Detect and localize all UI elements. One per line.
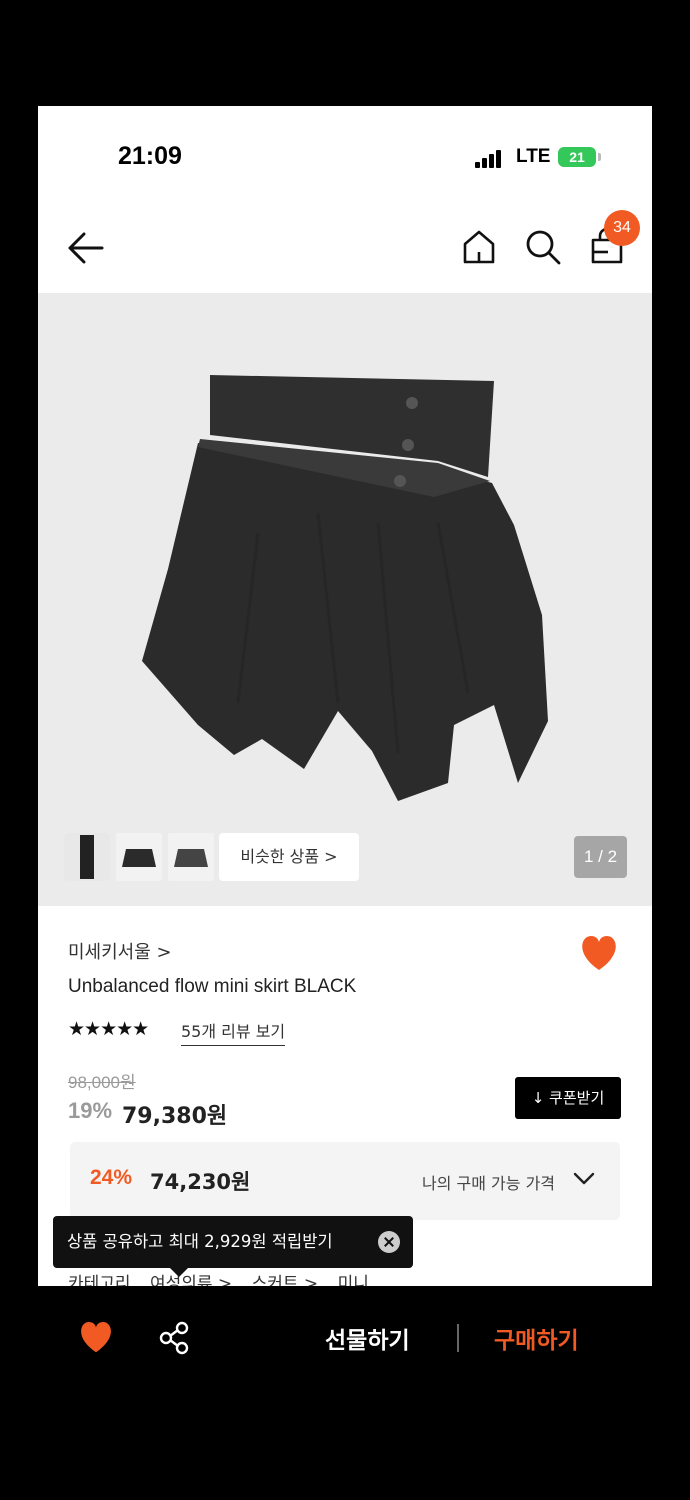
- back-icon[interactable]: [66, 230, 106, 266]
- product-gallery[interactable]: 비슷한 상품 > 1 / 2: [38, 293, 652, 906]
- tooltip-text: 상품 공유하고 최대 2,929원 적립받기: [67, 1232, 333, 1251]
- top-nav: [38, 206, 652, 293]
- cart-count-badge: 34: [604, 210, 640, 246]
- battery-tip: [598, 153, 601, 161]
- sale-price: 79,380원: [122, 1104, 228, 1129]
- bottom-action-bar: 선물하기 구매하기: [0, 1286, 690, 1396]
- network-type: LTE: [516, 146, 551, 167]
- button-divider: [457, 1324, 459, 1352]
- my-price-dropdown[interactable]: 24% 74,230원 나의 구매 가능 가격: [70, 1142, 620, 1220]
- tooltip-arrow: [170, 1268, 188, 1277]
- battery-icon: 21: [558, 147, 596, 167]
- category-crumb-mini[interactable]: 미니: [338, 1274, 369, 1286]
- thumbnail-skirt-back[interactable]: [168, 833, 214, 881]
- similar-products-button[interactable]: 비슷한 상품 >: [219, 833, 359, 881]
- category-label: 카테고리: [68, 1274, 131, 1286]
- status-time: 21:09: [118, 142, 182, 170]
- thumbnail-model[interactable]: [64, 833, 110, 881]
- image-page-indicator: 1 / 2: [574, 836, 627, 878]
- review-link[interactable]: 55개 리뷰 보기: [181, 1018, 286, 1046]
- buy-button[interactable]: 구매하기: [494, 1321, 579, 1355]
- my-price-value: 74,230원: [150, 1170, 251, 1194]
- home-icon[interactable]: [461, 228, 497, 266]
- category-crumb-skirt[interactable]: 스커트 >: [252, 1274, 319, 1286]
- signal-icon: [475, 150, 505, 168]
- category-crumb-women[interactable]: 여성의류 >: [150, 1274, 232, 1286]
- bottom-heart-icon[interactable]: [78, 1322, 114, 1354]
- app-screen: 21:09 LTE 21 34 비슷한 상품 > 1 / 2 미세키서울 > U…: [38, 106, 652, 1286]
- my-price-label: 나의 구매 가능 가격: [422, 1174, 556, 1193]
- product-image: [142, 375, 548, 801]
- like-heart-icon[interactable]: [579, 936, 619, 972]
- share-reward-tooltip: 상품 공유하고 최대 2,929원 적립받기: [53, 1216, 413, 1277]
- search-icon[interactable]: [524, 228, 562, 266]
- discount-rate: 19%: [68, 1098, 113, 1123]
- product-name: Unbalanced flow mini skirt BLACK: [68, 976, 357, 997]
- brand-link[interactable]: 미세키서울 >: [68, 938, 172, 964]
- my-discount-rate: 24%: [90, 1166, 133, 1189]
- status-bar: 21:09 LTE 21: [38, 106, 652, 206]
- category-breadcrumb: 카테고리 여성의류 > 스커트 > 미니: [68, 1269, 383, 1286]
- coupon-download-button[interactable]: ↓ 쿠폰받기: [515, 1077, 621, 1119]
- chevron-down-icon: [573, 1172, 595, 1185]
- original-price: 98,000원: [68, 1073, 136, 1092]
- share-icon[interactable]: [158, 1321, 192, 1355]
- thumbnail-skirt-front[interactable]: [116, 833, 162, 881]
- gift-button[interactable]: 선물하기: [325, 1321, 410, 1355]
- rating-stars: ★★★★★: [68, 1018, 149, 1040]
- close-icon[interactable]: [378, 1231, 400, 1253]
